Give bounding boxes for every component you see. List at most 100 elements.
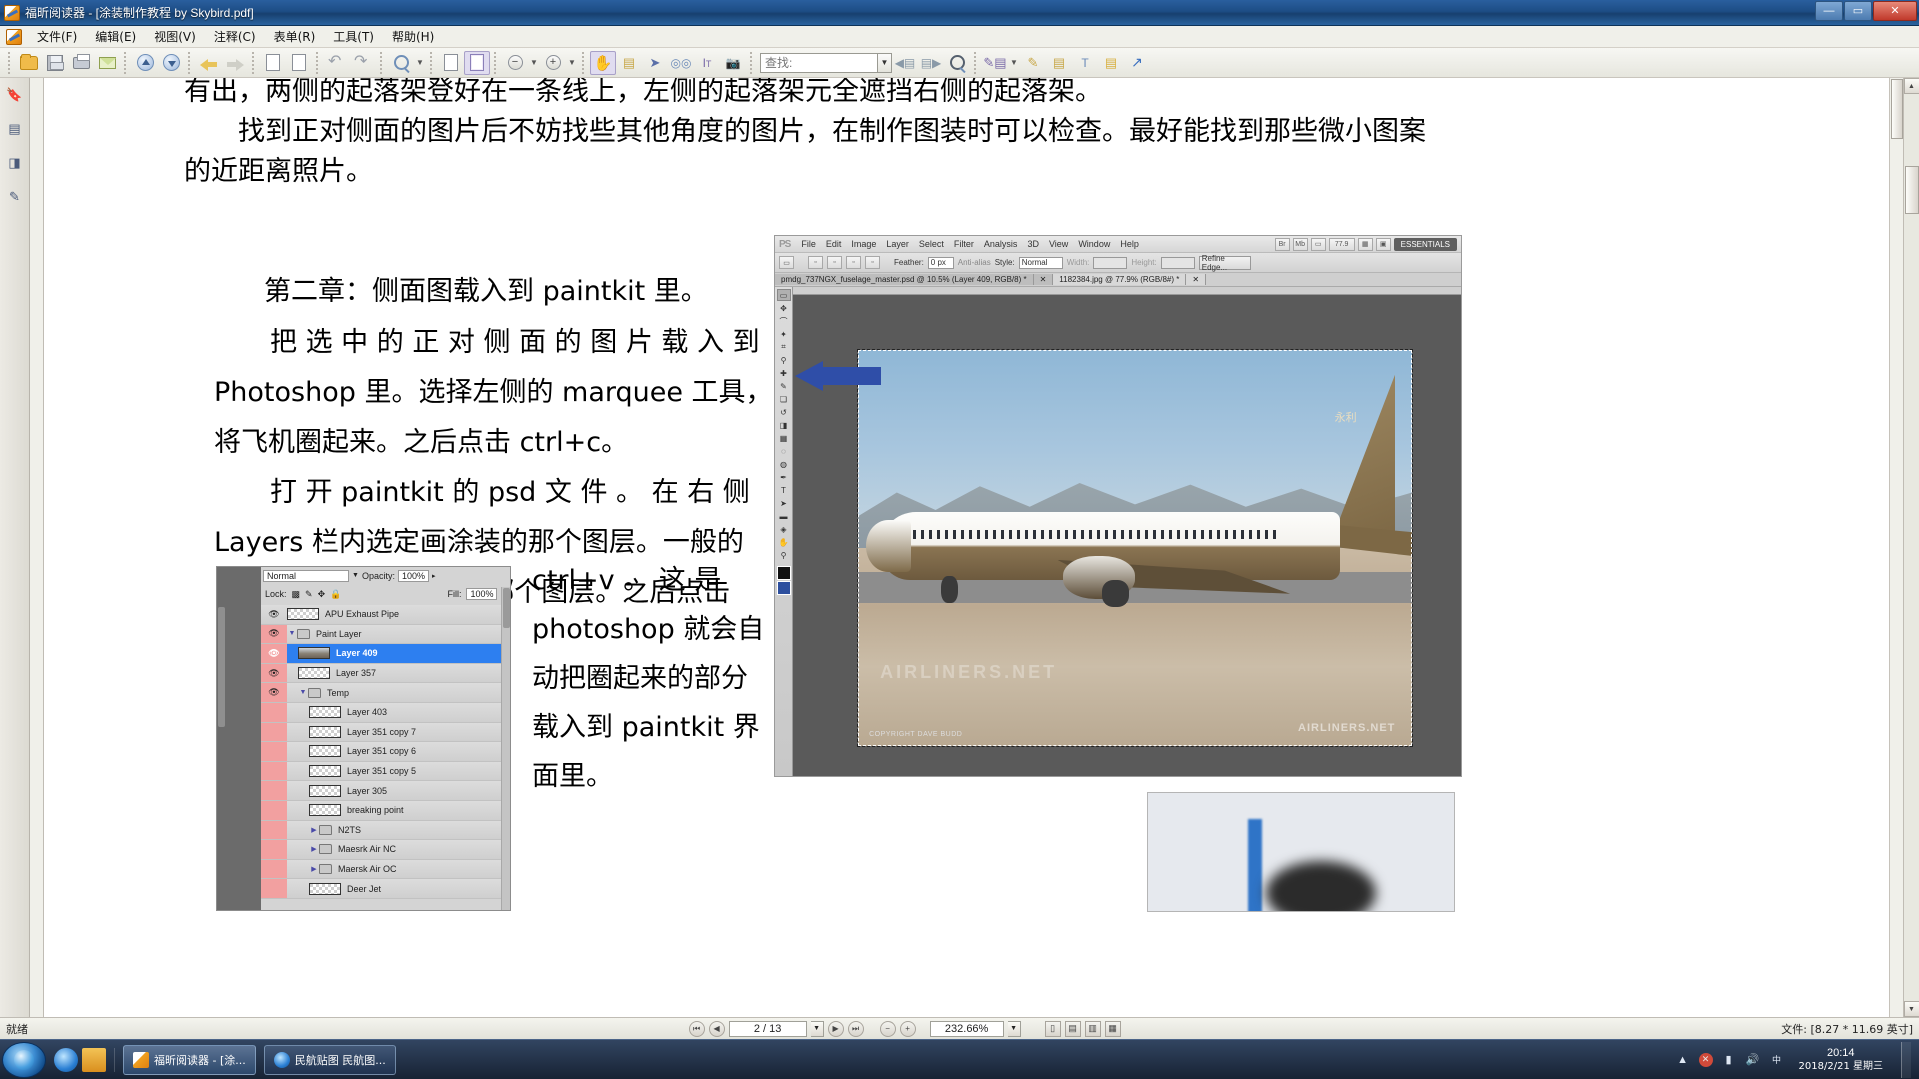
chevron-right-icon[interactable]: ▶ — [309, 865, 319, 873]
sticky-note-icon[interactable]: ▤ — [1098, 51, 1124, 75]
ps-tab-fuselage-master[interactable]: pmdg_737NGX_fuselage_master.psd @ 10.5% … — [775, 274, 1034, 285]
layer-row[interactable]: Deer Jet — [261, 879, 501, 899]
layers-scroll-thumb[interactable] — [218, 607, 225, 727]
layer-row[interactable]: ▶ N2TS — [261, 820, 501, 841]
layer-row[interactable]: 👁 ▼ Temp — [261, 683, 501, 703]
next-page-icon-status[interactable]: ▶ — [827, 1020, 844, 1037]
ps-tab-close-icon-2[interactable]: ✕ — [1186, 274, 1207, 285]
zoom-in-icon[interactable]: + — [540, 51, 566, 75]
maximize-button[interactable]: ▭ — [1844, 1, 1872, 21]
search-magnifier-icon[interactable] — [944, 51, 970, 75]
ps-arrange-icon[interactable]: ▦ — [1357, 237, 1373, 251]
layer-row[interactable]: Layer 305 — [261, 781, 501, 801]
zoom-tool-icon[interactable] — [388, 51, 414, 75]
layer-visibility-eye-icon[interactable]: 👁 — [261, 644, 287, 663]
lock-all-icon[interactable]: 🔒 — [330, 589, 341, 600]
ps-menu-3d[interactable]: 3D — [1022, 239, 1044, 249]
open-file-icon[interactable] — [16, 51, 42, 75]
ps-tool-hand-icon[interactable]: ✋ — [777, 536, 791, 548]
layer-row[interactable]: breaking point — [261, 800, 501, 821]
layer-visibility-eye-icon[interactable] — [261, 820, 287, 840]
ps-style-value[interactable]: Normal — [1018, 256, 1063, 269]
refine-edge-button[interactable]: Refine Edge... — [1198, 254, 1251, 272]
opacity-chevron-icon[interactable]: ▸ — [432, 572, 436, 580]
menu-comment[interactable]: 注释(C) — [205, 26, 265, 47]
layer-visibility-eye-icon[interactable]: 👁 — [261, 683, 287, 702]
layer-visibility-eye-icon[interactable]: 👁 — [261, 605, 287, 624]
fill-value[interactable]: 100% — [466, 588, 498, 600]
insert-page-icon[interactable] — [260, 51, 286, 75]
document-scrollbar[interactable]: ▲ ▼ — [1903, 78, 1919, 1017]
ps-tool-brush-icon[interactable]: ✎ — [777, 380, 791, 392]
minimize-button[interactable]: — — [1815, 1, 1843, 21]
layer-row[interactable]: 👁 ▼ Paint Layer — [261, 624, 501, 645]
save-icon[interactable] — [42, 51, 68, 75]
ps-tool-dodge-icon[interactable]: ◍ — [777, 458, 791, 470]
ps-menu-analysis[interactable]: Analysis — [979, 239, 1023, 249]
sidebar-item-comments[interactable]: ✎ — [4, 186, 26, 208]
layer-visibility-eye-icon[interactable] — [261, 722, 287, 742]
view-facing-icon[interactable]: ▥ — [1084, 1020, 1101, 1037]
ps-workspace-label[interactable]: ESSENTIALS — [1393, 237, 1457, 251]
ps-tool-3d-icon[interactable]: ◈ — [777, 523, 791, 535]
layer-row[interactable]: 👁 Layer 409 — [261, 644, 501, 664]
input-method-icon[interactable]: 中 — [1769, 1052, 1785, 1068]
ps-menu-help[interactable]: Help — [1115, 239, 1144, 249]
ps-menu-window[interactable]: Window — [1073, 239, 1115, 249]
zoom-dropdown-arrow-icon[interactable]: ▼ — [414, 51, 426, 75]
shield-icon[interactable]: ✕ — [1698, 1052, 1713, 1067]
ps-tool-clone-icon[interactable]: ❏ — [777, 393, 791, 405]
ps-tool-crop-icon[interactable]: ⌗ — [777, 341, 791, 353]
show-desktop-button[interactable] — [1901, 1041, 1911, 1078]
chevron-down-icon[interactable]: ▼ — [298, 689, 308, 696]
view-cover-icon[interactable]: ▦ — [1104, 1020, 1121, 1037]
menu-view[interactable]: 视图(V) — [145, 26, 205, 47]
aircraft-photo[interactable]: 永利 AIRLINERS.NET COPYRIGHT DAVE BUDD AIR… — [857, 349, 1413, 747]
taskbar-item-browser[interactable]: 民航贴图 民航图... — [263, 1044, 396, 1075]
ps-marquee-intersect-icon[interactable]: ▫ — [865, 256, 880, 269]
highlight-icon[interactable]: ✎ — [1020, 51, 1046, 75]
zoom-in-dropdown-icon[interactable]: ▼ — [566, 51, 578, 75]
search-dropdown-icon[interactable]: ▼ — [878, 52, 892, 73]
ps-tool-lasso-icon[interactable]: ⌒ — [777, 315, 791, 327]
scroll-thumb[interactable] — [1904, 166, 1919, 214]
taskbar-clock[interactable]: 20:14 2018/2/21 星期三 — [1793, 1047, 1889, 1073]
extract-page-icon[interactable] — [286, 51, 312, 75]
hand-tool-icon[interactable]: ✋ — [590, 50, 616, 75]
layer-visibility-eye-icon[interactable] — [261, 742, 287, 761]
layer-visibility-eye-icon[interactable]: 👁 — [261, 663, 287, 683]
layer-row[interactable]: Layer 351 copy 7 — [261, 722, 501, 743]
ps-screen-mode-icon[interactable]: ▣ — [1375, 237, 1391, 251]
ps-menu-select[interactable]: Select — [914, 239, 949, 249]
ps-tab-jpeg[interactable]: 1182384.jpg @ 77.9% (RGB/8#) * — [1053, 274, 1187, 285]
view-continuous-icon[interactable]: ▤ — [1064, 1020, 1081, 1037]
forward-arrow-icon[interactable] — [222, 51, 248, 75]
volume-icon[interactable]: 🔊 — [1745, 1052, 1761, 1068]
sidebar-item-bookmarks[interactable]: 🔖 — [4, 84, 26, 106]
ps-tool-pen-icon[interactable]: ✒ — [777, 471, 791, 483]
status-zoom-out-icon[interactable]: − — [879, 1020, 896, 1037]
camera-snapshot-icon[interactable]: 📷 — [720, 51, 746, 75]
scroll-down-button[interactable]: ▼ — [1903, 1001, 1919, 1017]
previous-page-icon-status[interactable]: ◀ — [708, 1020, 725, 1037]
ps-foreground-color-swatch[interactable] — [776, 566, 791, 580]
select-tool-icon[interactable]: ➤ — [642, 51, 668, 75]
ps-view-extras-icon[interactable]: ▭ — [1310, 237, 1326, 251]
layer-visibility-eye-icon[interactable] — [261, 800, 287, 820]
menu-tools[interactable]: 工具(T) — [324, 26, 383, 47]
layer-visibility-eye-icon[interactable] — [261, 781, 287, 800]
menu-form[interactable]: 表单(R) — [265, 26, 325, 47]
status-zoom-in-icon[interactable]: + — [899, 1020, 916, 1037]
ps-menu-view[interactable]: View — [1044, 239, 1073, 249]
find-previous-icon[interactable]: ◀▤ — [892, 51, 918, 75]
chevron-right-icon[interactable]: ▶ — [309, 845, 319, 853]
layer-row[interactable]: 👁 Layer 357 — [261, 663, 501, 684]
fit-width-icon[interactable] — [464, 50, 490, 75]
link-arrow-icon[interactable]: ↗ — [1124, 51, 1150, 75]
search-box[interactable]: ▼ — [760, 52, 892, 73]
layer-visibility-eye-icon[interactable] — [261, 879, 287, 898]
ps-feather-value[interactable]: 0 px — [927, 256, 954, 269]
layers-scrollbar-thumb[interactable] — [503, 588, 510, 628]
ps-marquee-new-icon[interactable]: ▫ — [808, 256, 823, 269]
text-box-icon[interactable]: T — [1072, 51, 1098, 75]
